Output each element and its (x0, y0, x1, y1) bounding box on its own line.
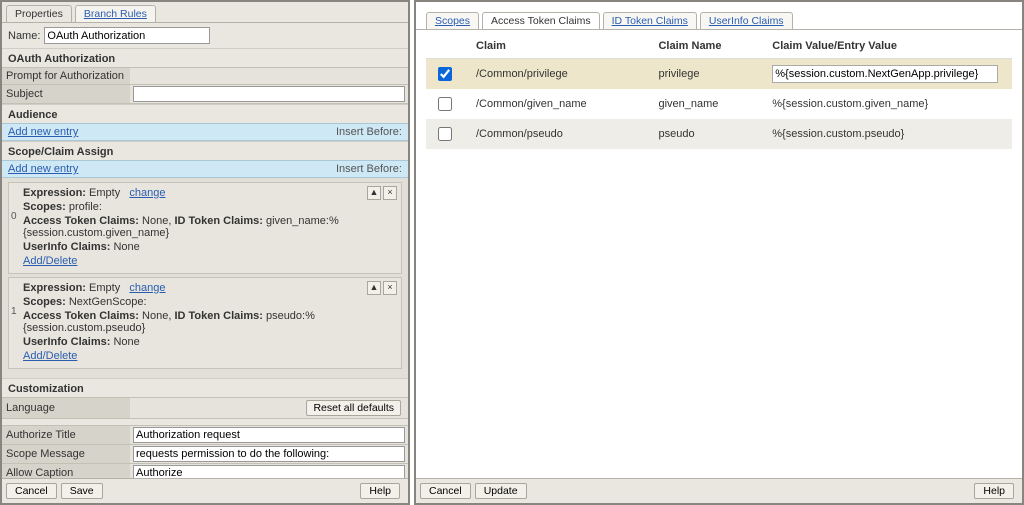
userinfo-value: None (113, 241, 139, 253)
scope-message-label: Scope Message (2, 445, 130, 464)
audience-insert-before: Insert Before: (330, 124, 408, 140)
col-claim: Claim (468, 34, 650, 59)
userinfo-value: None (113, 336, 139, 348)
tab-properties[interactable]: Properties (6, 5, 72, 22)
id-label: ID Token Claims: (174, 215, 262, 227)
atc-label: Access Token Claims: (23, 215, 139, 227)
right-update-button[interactable]: Update (475, 483, 527, 499)
scopes-value: profile: (69, 201, 102, 213)
authorize-title-input[interactable] (133, 427, 405, 443)
tab-branch-rules[interactable]: Branch Rules (75, 5, 156, 22)
add-delete-link[interactable]: Add/Delete (23, 350, 77, 362)
row-claim-value: %{session.custom.pseudo} (764, 119, 1012, 149)
prompt-label: Prompt for Authorization (2, 68, 130, 85)
customization-header: Customization (2, 378, 408, 397)
row-claim-name: privilege (650, 59, 764, 90)
row-claim: /Common/given_name (468, 89, 650, 119)
tab-userinfo-claims[interactable]: UserInfo Claims (700, 12, 793, 29)
right-help-button[interactable]: Help (974, 483, 1014, 499)
table-row[interactable]: /Common/privilege privilege (426, 59, 1012, 90)
scope-item-index: 1 (11, 306, 17, 317)
audience-header: Audience (2, 104, 408, 123)
row-claim: /Common/pseudo (468, 119, 650, 149)
userinfo-label: UserInfo Claims: (23, 241, 110, 253)
scopes-label: Scopes: (23, 201, 66, 213)
right-cancel-button[interactable]: Cancel (420, 483, 471, 499)
id-label: ID Token Claims: (174, 310, 262, 322)
scope-message-input[interactable] (133, 446, 405, 462)
subject-label: Subject (2, 85, 130, 104)
row-checkbox[interactable] (438, 67, 452, 81)
atc-value: None, (142, 215, 171, 227)
scope-insert-before: Insert Before: (330, 161, 408, 177)
language-label: Language (2, 398, 130, 419)
scope-item: 1 ▲ × Expression: Empty change Scopes: N… (8, 277, 402, 369)
col-claim-value: Claim Value/Entry Value (764, 34, 1012, 59)
add-delete-link[interactable]: Add/Delete (23, 255, 77, 267)
oauth-auth-header: OAuth Authorization (2, 48, 408, 67)
scope-item: 0 ▲ × Expression: Empty change Scopes: p… (8, 182, 402, 274)
left-save-button[interactable]: Save (61, 483, 103, 499)
col-claim-name: Claim Name (650, 34, 764, 59)
left-help-button[interactable]: Help (360, 483, 400, 499)
subject-input[interactable] (133, 86, 405, 102)
row-checkbox[interactable] (438, 97, 452, 111)
right-tabs: Scopes Access Token Claims ID Token Clai… (416, 2, 1022, 30)
expression-value: Empty (89, 187, 120, 199)
tab-id-token-claims[interactable]: ID Token Claims (603, 12, 697, 29)
expression-label: Expression: (23, 187, 86, 199)
name-label: Name: (8, 30, 40, 42)
allow-caption-input[interactable] (133, 465, 405, 478)
expression-change-link[interactable]: change (129, 187, 165, 199)
left-cancel-button[interactable]: Cancel (6, 483, 57, 499)
userinfo-label: UserInfo Claims: (23, 336, 110, 348)
row-claim-value-input[interactable] (772, 65, 998, 83)
scope-item-close-icon[interactable]: × (383, 186, 397, 200)
scopes-label: Scopes: (23, 296, 66, 308)
left-tabs: Properties Branch Rules (2, 2, 408, 23)
audience-add-entry[interactable]: Add new entry (2, 124, 84, 140)
allow-caption-label: Allow Caption (2, 464, 130, 479)
table-row[interactable]: /Common/pseudo pseudo %{session.custom.p… (426, 119, 1012, 149)
scope-item-up-icon[interactable]: ▲ (367, 281, 381, 295)
row-checkbox[interactable] (438, 127, 452, 141)
scopes-value: NextGenScope: (69, 296, 147, 308)
name-input[interactable] (44, 27, 210, 44)
row-claim-value: %{session.custom.given_name} (764, 89, 1012, 119)
tab-scopes[interactable]: Scopes (426, 12, 479, 29)
scope-claim-header: Scope/Claim Assign (2, 141, 408, 160)
scope-add-entry[interactable]: Add new entry (2, 161, 84, 177)
scope-item-up-icon[interactable]: ▲ (367, 186, 381, 200)
expression-change-link[interactable]: change (129, 282, 165, 294)
authorize-title-label: Authorize Title (2, 426, 130, 445)
scope-item-close-icon[interactable]: × (383, 281, 397, 295)
expression-label: Expression: (23, 282, 86, 294)
prompt-value (130, 68, 408, 85)
atc-label: Access Token Claims: (23, 310, 139, 322)
expression-value: Empty (89, 282, 120, 294)
scope-item-index: 0 (11, 211, 17, 222)
atc-value: None, (142, 310, 171, 322)
tab-access-token-claims[interactable]: Access Token Claims (482, 12, 600, 29)
row-claim: /Common/privilege (468, 59, 650, 90)
row-claim-name: pseudo (650, 119, 764, 149)
reset-all-defaults-button[interactable]: Reset all defaults (306, 400, 401, 416)
table-row[interactable]: /Common/given_name given_name %{session.… (426, 89, 1012, 119)
row-claim-name: given_name (650, 89, 764, 119)
